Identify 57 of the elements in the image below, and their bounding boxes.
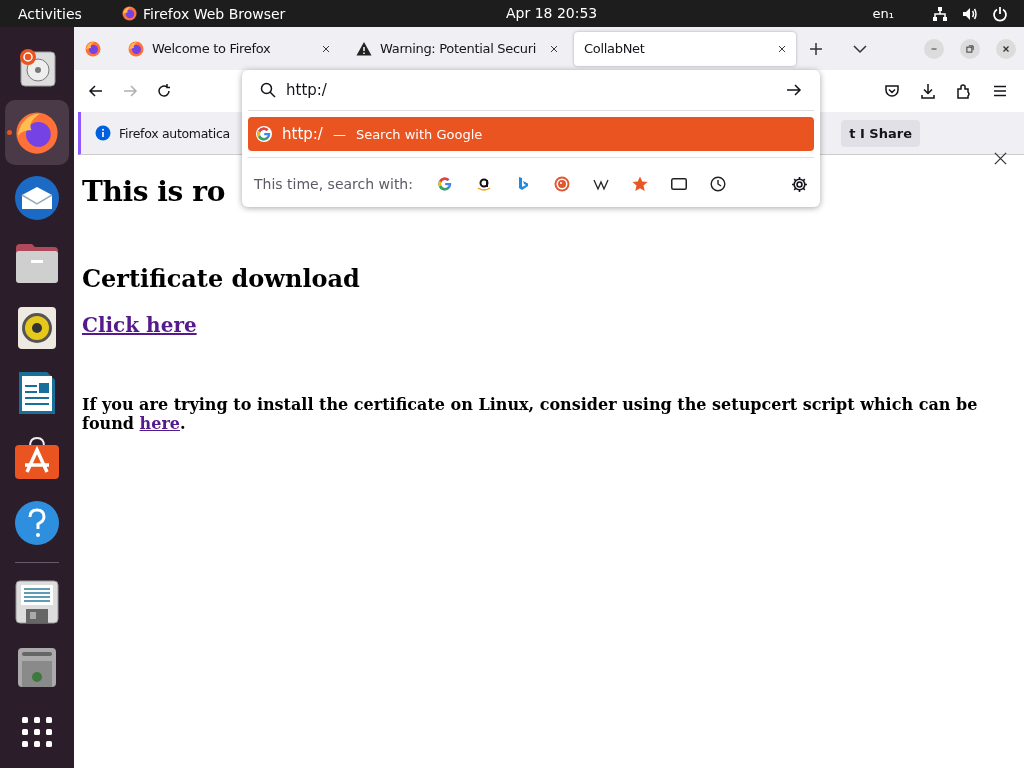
network-icon[interactable] — [932, 5, 948, 22]
browser-tab[interactable]: Warning: Potential Securi — [346, 31, 568, 66]
reload-icon[interactable] — [156, 83, 172, 99]
download-icon[interactable] — [920, 83, 936, 99]
script-link[interactable]: here — [139, 414, 180, 433]
suggestion-separator: — — [332, 126, 346, 142]
page-heading: This is ro — [82, 175, 225, 208]
firefox-icon — [121, 6, 137, 21]
menu-icon[interactable] — [992, 83, 1008, 99]
amazon-icon[interactable] — [475, 176, 492, 192]
firefox-icon — [85, 40, 101, 57]
search-with-label: This time, search with: — [254, 176, 413, 192]
close-notification-button[interactable] — [993, 151, 1008, 166]
browser-tab[interactable]: Welcome to Firefox — [118, 31, 340, 66]
settings-icon[interactable] — [791, 175, 808, 193]
section-heading: Certificate download — [82, 264, 361, 293]
tab-icon[interactable] — [670, 177, 687, 191]
address-field[interactable]: http:/ — [286, 81, 776, 99]
star-icon[interactable] — [631, 176, 648, 192]
google-icon[interactable] — [256, 126, 272, 142]
warning-icon — [356, 40, 372, 57]
document-icon[interactable] — [17, 369, 57, 416]
close-icon — [993, 151, 1008, 166]
app-grid-icon[interactable] — [21, 715, 53, 748]
mail-icon[interactable] — [14, 174, 60, 221]
speaker-icon[interactable] — [17, 305, 57, 350]
search-icon — [260, 82, 276, 98]
clock[interactable]: Apr 18 20:53 — [506, 5, 598, 21]
download-link[interactable]: Click here — [82, 313, 197, 337]
browser-tab[interactable]: CollabNet — [574, 31, 796, 66]
back-icon[interactable] — [88, 83, 104, 99]
app-name[interactable]: Firefox Web Browser — [142, 5, 286, 22]
go-arrow-icon[interactable] — [786, 82, 802, 98]
share-button[interactable]: t I Share — [841, 119, 920, 147]
pocket-icon[interactable] — [884, 83, 900, 99]
folder-icon[interactable] — [14, 241, 60, 284]
close-icon — [1001, 43, 1011, 54]
firefox-icon — [15, 110, 59, 155]
close-window-button[interactable] — [996, 38, 1016, 59]
install-note: If you are trying to install the certificate on Linux, consider using the setupcert script which can be found here. — [82, 395, 979, 433]
firefox-icon — [128, 40, 144, 57]
trash-icon[interactable] — [17, 646, 57, 687]
suggestion-action: Search with Google — [355, 126, 483, 142]
clock-icon[interactable] — [709, 176, 726, 192]
help-icon[interactable] — [14, 499, 60, 546]
input-source[interactable]: en₁ — [872, 6, 894, 21]
search-suggestion[interactable]: http:/ — Search with Google — [248, 117, 814, 151]
restore-icon — [965, 43, 975, 54]
notification-message: Firefox automatica — [119, 125, 230, 141]
restore-button[interactable] — [960, 38, 980, 59]
google-icon[interactable] — [436, 176, 453, 192]
power-icon[interactable] — [992, 5, 1008, 22]
info-icon — [95, 125, 111, 141]
shopping-bag-icon[interactable] — [14, 435, 60, 480]
new-tab-icon[interactable] — [808, 40, 824, 57]
activities-button[interactable]: Activities — [18, 5, 82, 22]
suggestion-text: http:/ — [282, 125, 323, 143]
